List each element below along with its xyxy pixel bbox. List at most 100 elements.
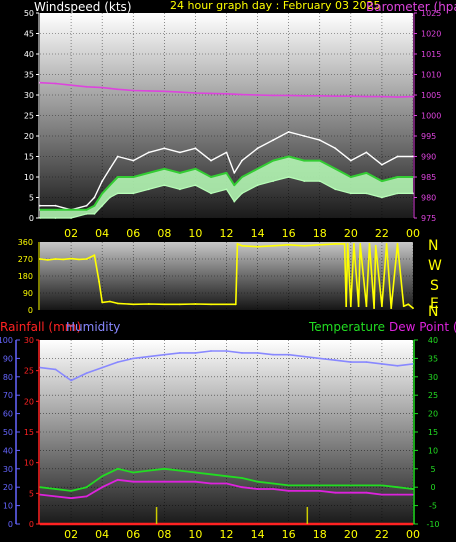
humidity-line-point [179,352,181,354]
humidity-tick-label: 40 [3,446,13,455]
humidity-line-point [132,357,135,360]
barometer-line-point [54,82,57,85]
wind-axis-title: Windspeed (kts) [34,0,132,14]
x-tick-label-hour: 04 [95,528,109,541]
rainfall-line-point [54,523,57,525]
temperature-line-point [396,486,399,489]
wind-tick-label: 5 [29,194,34,203]
x-tick-label-hour: 22 [375,528,389,541]
humidity-line-point [70,379,72,382]
temperature-tick-label: 35 [428,354,438,363]
dewpoint-line-point [381,493,383,496]
x-tick-label-hour: 20 [344,227,358,240]
wind-direction-line-point [116,302,119,305]
wind-min-line-point [101,204,104,207]
wind-direction-line-point [54,258,57,260]
wind-direction-line-point [163,303,166,306]
wind-direction-line-point [373,307,375,309]
rainfall-line-point [194,523,197,525]
rainfall-line-point [381,523,383,525]
wind-direction-line-point [385,243,388,245]
wind-gust-line-point [93,196,96,199]
baro-axis-title: Barometer (hpa) [366,0,456,14]
wind-direction-line-point [236,243,239,245]
x-tick-label-hour: 02 [64,227,78,240]
temperature-tick-label: -5 [429,502,437,511]
wind-gust-line-point [179,151,181,154]
wind-min-line-point [334,188,337,191]
barometer-line-point [381,95,383,98]
dewpoint-line-point [241,486,243,489]
wind-direction-line-point [62,258,65,261]
wind-direction-line-point [46,259,49,261]
humidity-line-point [210,350,212,352]
wind-min-line-point [225,188,228,191]
rainfall-line-point [365,523,368,525]
dewpoint-line-point [272,488,274,490]
wind-avg-line-point [54,208,57,211]
baro-tick-label: 980 [421,194,436,203]
humidity-tick-label: 50 [3,428,13,437]
x-tick-label-hour: 16 [282,227,296,240]
temperature-tick-label: 10 [428,446,438,455]
humidity-tick-label: 70 [3,391,13,400]
wind-avg-line-point [318,159,321,162]
humidity-line-point [116,361,119,363]
x-tick-label-hour: 00 [406,227,420,240]
barometer-line-point [396,96,399,98]
humidity-tick-label: 10 [3,502,13,511]
wind-avg-line-point [179,172,181,174]
humidity-line-point [241,352,243,354]
baro-tick-label: 985 [421,173,436,182]
wind-gust-line-point [272,139,274,142]
wind-min-line-point [349,192,352,195]
barometer-line-point [272,94,274,97]
wind-tick-label: 45 [24,30,34,39]
temperature-tick-label: 40 [428,336,438,345]
compass-s: S [430,278,439,294]
wind-avg-line-point [109,184,111,187]
temperature-line-point [365,484,368,487]
rainfall-line-point [241,523,243,525]
wind-direction-line-point [287,243,290,246]
x-tick-label-hour: 08 [157,528,171,541]
barometer-line-point [241,93,243,96]
wind-tick-label: 35 [24,71,34,80]
temperature-line-point [163,467,166,470]
wind-gust-line-point [349,159,352,162]
dewpoint-line-point [85,495,88,498]
temperature-line-point [132,471,135,474]
wind-direction-line-point [412,307,414,309]
wind-direction-line-point [241,244,243,247]
wind-direction-line-point [402,305,405,308]
temperature-line-point [241,477,243,479]
wind-direction-line-point [381,305,383,308]
dewpoint-line-point [101,486,104,489]
wind-direction-line-point [256,245,259,248]
wind-gust-line-point [334,147,337,150]
rainfall-line-point [210,523,212,525]
temperature-line-point [70,490,72,492]
wind-gust-line-point [287,131,290,133]
temperature-axis-title: Temperature [308,320,385,334]
wind-direction-line-point [345,305,348,308]
wind-direction-line-point [179,303,181,306]
rainfall-line-point [101,523,104,525]
dewpoint-line-point [132,480,135,483]
wind-min-line-point [396,192,399,195]
rainfall-line-point [318,523,321,525]
x-tick-label-hour: 04 [95,227,109,240]
temperature-line-point [256,480,259,483]
dewpoint-line-point [318,490,321,492]
wind-direction-line-point [390,307,393,309]
wind-avg-line-point [334,167,337,170]
humidity-line-point [349,361,352,363]
dewpoint-line-point [365,491,368,494]
rainfall-line-point [287,523,290,525]
wind-direction-line-point [318,243,321,246]
wind-avg-line-point [101,192,104,195]
barometer-line-point [233,93,236,96]
wind-gust-line-point [241,159,243,162]
wind-gust-line-point [318,139,321,142]
temperature-line-point [116,467,119,470]
